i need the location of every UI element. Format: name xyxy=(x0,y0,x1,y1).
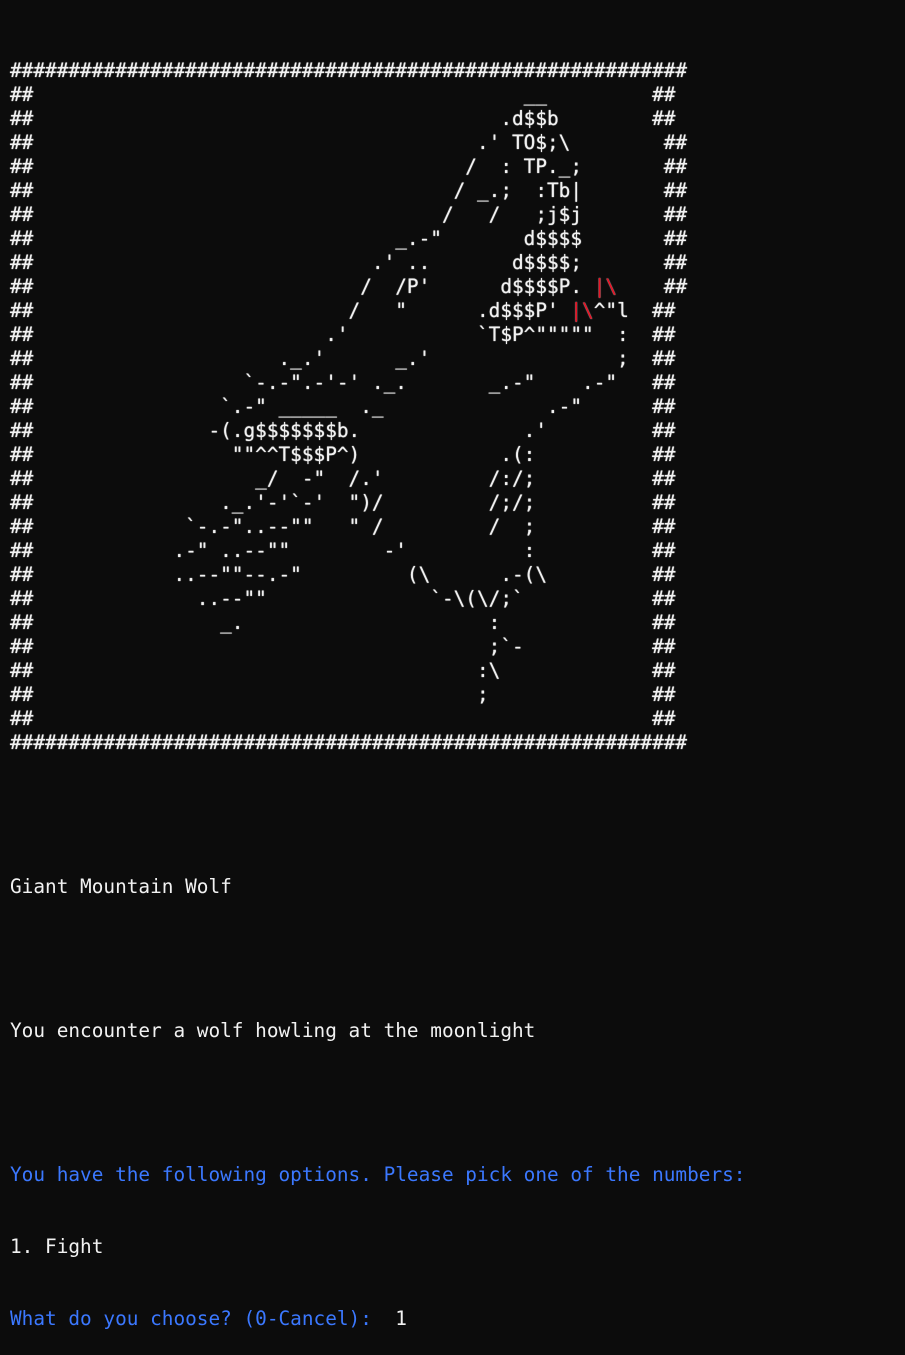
ascii-art-line: ## ..--"" `-\(\/;` ## xyxy=(10,587,676,610)
ascii-art-line: ## :\ ## xyxy=(10,659,676,682)
ascii-art-line: ## .d$$b ## xyxy=(10,107,676,130)
ascii-art-line: ## / : TP._; ## xyxy=(10,155,688,178)
choice-input[interactable]: 1 xyxy=(395,1307,407,1330)
encounter-text: You encounter a wolf howling at the moon… xyxy=(10,1019,536,1042)
ascii-art-line: ## _. : ## xyxy=(10,611,676,634)
ascii-art-line: ## ._.' _.' ; ## xyxy=(10,347,676,370)
terminal-window: ########################################… xyxy=(10,11,745,1355)
ascii-art-line: ## ;`- ## xyxy=(10,635,676,658)
ascii-art-line: ## .' .. d$$$$; ## xyxy=(10,251,688,274)
choice-prompt: What do you choose? (0-Cancel): xyxy=(10,1307,372,1330)
ascii-art-line: ## ; ## xyxy=(10,683,676,706)
wolf-ascii-art-frame: ########################################… xyxy=(10,59,745,755)
ascii-art-line: ## .-" ..--"" -' : ## xyxy=(10,539,676,562)
ascii-art-line: ## ## xyxy=(10,707,676,730)
ascii-art-line: ## `-.-".-'-' ._. _.-" .-" ## xyxy=(10,371,676,394)
ascii-art-line: ## / / ;j$j ## xyxy=(10,203,688,226)
ascii-art-line: ## / /P' d$$$$P. |\ ## xyxy=(10,275,688,298)
ascii-art-line: ## .' `T$P^""""" : ## xyxy=(10,323,676,346)
ascii-art-line: ########################################… xyxy=(10,59,688,82)
ascii-art-line: ## / " .d$$$P' |\^"l ## xyxy=(10,299,676,322)
ascii-art-line: ## ""^^T$$$P^) .(: ## xyxy=(10,443,676,466)
ascii-art-line: ## .' TO$;\ ## xyxy=(10,131,688,154)
ascii-art-line: ## _/ -" /.' /:/; ## xyxy=(10,467,676,490)
wolf-eye-highlight: |\ xyxy=(593,275,618,298)
ascii-art-line: ## -(.g$$$$$$$b. .' ## xyxy=(10,419,676,442)
ascii-art-line: ## ._.'-'`-' ")/ /;/; ## xyxy=(10,491,676,514)
options-prompt: You have the following options. Please p… xyxy=(10,1163,746,1186)
ascii-art-line: ########################################… xyxy=(10,731,688,754)
ascii-art-line: ## ..--""--.-" (\ .-(\ ## xyxy=(10,563,676,586)
option-fight[interactable]: 1. Fight xyxy=(10,1235,745,1259)
wolf-eye-highlight: |\ xyxy=(570,299,594,322)
ascii-art-line: ## __ ## xyxy=(10,83,676,106)
ascii-art-line: ## _.-" d$$$$ ## xyxy=(10,227,688,250)
choice-prompt-line[interactable]: What do you choose? (0-Cancel): 1 xyxy=(10,1307,745,1331)
enemy-name: Giant Mountain Wolf xyxy=(10,875,232,898)
ascii-art-line: ## `-.-"..--"" " / / ; ## xyxy=(10,515,676,538)
ascii-art-line: ## `.-" _____ ._ .-" ## xyxy=(10,395,676,418)
ascii-art-line: ## / _.; :Tb| ## xyxy=(10,179,688,202)
